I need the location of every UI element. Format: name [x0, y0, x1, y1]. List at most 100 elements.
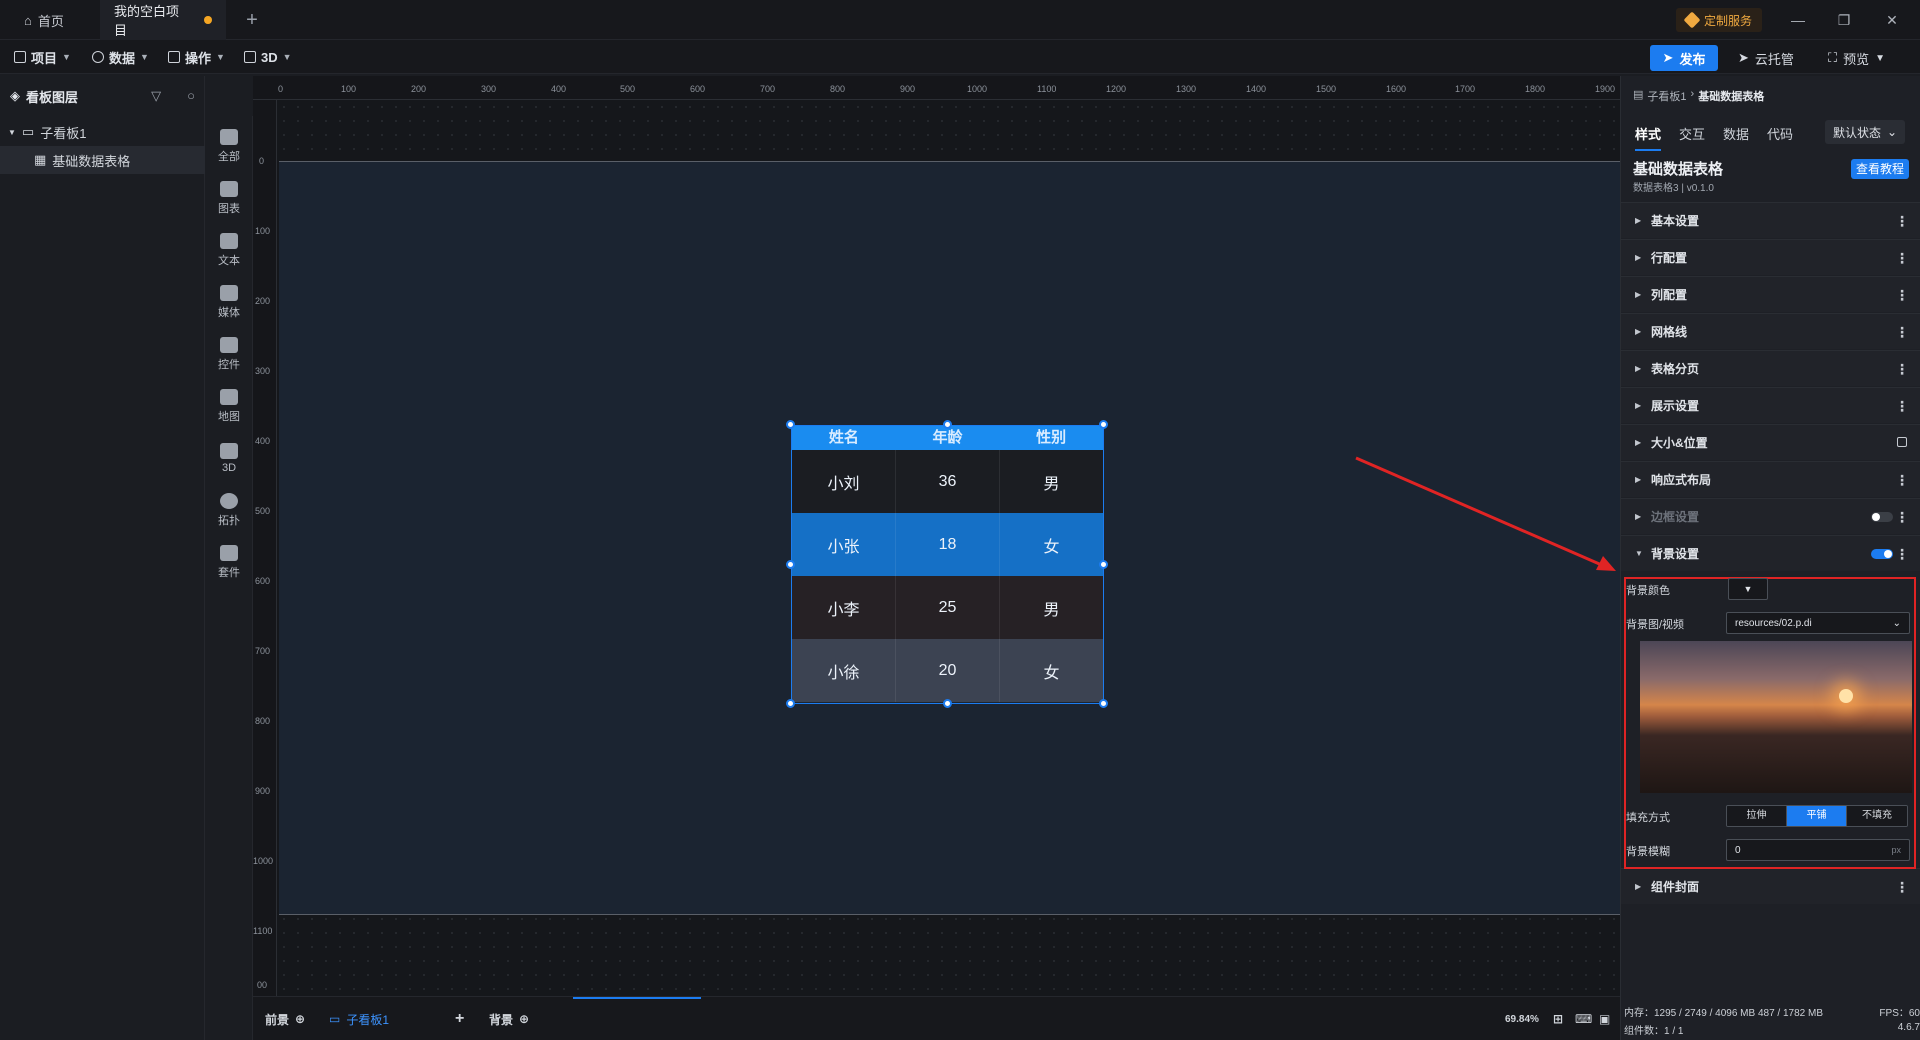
fill-none-option[interactable]: 不填充 — [1847, 806, 1907, 826]
close-button[interactable]: ✕ — [1880, 8, 1904, 32]
custom-service-button[interactable]: 定制服务 — [1676, 8, 1763, 32]
ruler-tick-label: 300 — [481, 84, 497, 94]
more-icon[interactable]: ⋮ — [1895, 879, 1909, 896]
dock-control[interactable]: 控件 — [205, 330, 253, 378]
data-table-widget[interactable]: 姓名 年龄 性别 小刘 36 男 小张 18 女 小李 25 男 小徐 20 女 — [791, 425, 1104, 704]
dock-3d[interactable]: 3D — [205, 434, 253, 482]
keyboard-icon[interactable]: ⌨ — [1575, 1009, 1592, 1029]
section-pagination[interactable]: ▶ 表格分页 ⋮ — [1621, 350, 1920, 386]
more-icon[interactable]: ⋮ — [1895, 287, 1909, 304]
dock-map[interactable]: 地图 — [205, 382, 253, 430]
state-select[interactable]: 默认状态 ⌄ — [1825, 120, 1905, 144]
section-responsive[interactable]: ▶ 响应式布局 ⋮ — [1621, 461, 1920, 497]
section-basic[interactable]: ▶ 基本设置 ⋮ — [1621, 202, 1920, 238]
resize-handle[interactable] — [786, 420, 795, 429]
unsaved-dot-icon — [204, 16, 212, 24]
restore-button[interactable]: ❐ — [1832, 8, 1856, 32]
background-toggle[interactable] — [1871, 549, 1893, 559]
dock-text[interactable]: 文本 — [205, 226, 253, 274]
tree-item-board[interactable]: ▼ ▭ 子看板1 — [0, 118, 205, 146]
tab-project[interactable]: 我的空白项目 — [100, 0, 226, 40]
table-cell: 小刘 — [792, 450, 896, 513]
tutorial-button[interactable]: 查看教程 — [1851, 159, 1909, 179]
resize-handle[interactable] — [1099, 560, 1108, 569]
terminal-icon[interactable]: ▣ — [1599, 1009, 1610, 1029]
database-icon — [92, 51, 104, 63]
section-cover[interactable]: ▶ 组件封面 ⋮ — [1621, 868, 1920, 904]
tree-item-table[interactable]: ▦ 基础数据表格 — [0, 146, 205, 174]
resize-handle[interactable] — [1099, 699, 1108, 708]
tab-board[interactable]: ▭ 子看板1 — [329, 1009, 389, 1029]
menu-operate[interactable]: 操作 ▼ — [168, 46, 225, 68]
ruler-tick-label: 00 — [257, 980, 268, 990]
table-cell: 小徐 — [792, 639, 896, 702]
more-icon[interactable]: ⋮ — [1895, 472, 1909, 489]
preview-button[interactable]: ⛶ 预览 ▼ — [1828, 45, 1885, 71]
menu-data[interactable]: 数据 ▼ — [92, 46, 149, 68]
table-cell: 小张 — [792, 513, 896, 576]
add-circle-icon[interactable]: ⊕ — [519, 1012, 529, 1026]
tab-data[interactable]: 数据 — [1723, 124, 1749, 151]
menu-project[interactable]: 项目 ▼ — [14, 46, 71, 68]
ruler-tick-label: 900 — [255, 786, 271, 796]
menu-3d[interactable]: 3D ▼ — [244, 46, 292, 68]
add-circle-icon[interactable]: ⊕ — [295, 1012, 305, 1026]
resize-handle[interactable] — [786, 560, 795, 569]
more-icon[interactable]: ⋮ — [1895, 398, 1909, 415]
tab-interaction[interactable]: 交互 — [1679, 124, 1705, 151]
section-row[interactable]: ▶ 行配置 ⋮ — [1621, 239, 1920, 275]
more-icon[interactable]: ⋮ — [1895, 213, 1909, 230]
tab-background[interactable]: 背景 ⊕ — [489, 1009, 529, 1029]
publish-button[interactable]: ➤ 发布 — [1650, 45, 1718, 71]
resize-handle[interactable] — [1099, 420, 1108, 429]
tab-foreground[interactable]: 前景 ⊕ — [265, 1009, 305, 1029]
fill-stretch-option[interactable]: 拉伸 — [1727, 806, 1787, 826]
more-icon[interactable]: ⋮ — [1895, 324, 1909, 341]
cloud-host-button[interactable]: ➤ 云托管 — [1738, 45, 1794, 71]
tab-home[interactable]: ⌂ 首页 — [10, 0, 110, 40]
section-border[interactable]: ▶ 边框设置 ⋮ — [1621, 498, 1920, 534]
resize-handle[interactable] — [943, 420, 952, 429]
dock-topology[interactable]: 拓扑 — [205, 486, 253, 534]
section-display[interactable]: ▶ 展示设置 ⋮ — [1621, 387, 1920, 423]
bg-media-select[interactable]: resources/02.p.di ⌄ — [1726, 612, 1910, 634]
filter-icon[interactable]: ▽ — [151, 88, 161, 104]
section-size-position[interactable]: ▶ 大小&位置 — [1621, 424, 1920, 460]
section-column[interactable]: ▶ 列配置 ⋮ — [1621, 276, 1920, 312]
tab-code[interactable]: 代码 — [1767, 124, 1793, 151]
add-tab-button[interactable]: + — [240, 8, 264, 32]
breadcrumb-parent[interactable]: 子看板1 — [1647, 88, 1686, 104]
ruler-tick-label: 900 — [900, 84, 916, 94]
section-background[interactable]: ▼ 背景设置 ⋮ — [1621, 535, 1920, 571]
ruler-tick-label: 400 — [551, 84, 567, 94]
zoom-level[interactable]: 69.84% — [1505, 1009, 1539, 1029]
resize-handle[interactable] — [943, 699, 952, 708]
more-icon[interactable]: ⋮ — [1895, 546, 1909, 563]
fill-tile-option[interactable]: 平铺 — [1787, 806, 1847, 826]
more-icon[interactable]: ⋮ — [1895, 509, 1909, 526]
resize-handle[interactable] — [786, 699, 795, 708]
table-cell: 20 — [896, 639, 1000, 702]
tab-style[interactable]: 样式 — [1635, 124, 1662, 151]
section-gridline[interactable]: ▶ 网格线 ⋮ — [1621, 313, 1920, 349]
bg-color-picker[interactable]: ▼ — [1728, 578, 1768, 600]
fit-screen-icon[interactable]: ⊞ — [1553, 1009, 1563, 1029]
dock-media[interactable]: 媒体 — [205, 278, 253, 326]
minimize-button[interactable]: — — [1786, 8, 1810, 32]
add-board-button[interactable]: + — [455, 1009, 464, 1029]
control-icon — [220, 336, 238, 353]
ruler-tick-label: 600 — [690, 84, 706, 94]
dock-all[interactable]: 全部 — [205, 122, 253, 170]
more-icon[interactable]: ⋮ — [1895, 361, 1909, 378]
section-label: 组件封面 — [1651, 880, 1700, 894]
search-icon[interactable]: ○ — [187, 88, 195, 104]
bg-blur-input[interactable]: 0 px — [1726, 839, 1910, 861]
dock-chart[interactable]: 图表 — [205, 174, 253, 222]
table-icon: ▦ — [34, 152, 47, 167]
more-icon[interactable]: ⋮ — [1895, 250, 1909, 267]
table-header-cell: 年龄 — [932, 429, 963, 446]
lock-icon[interactable] — [1897, 437, 1907, 447]
dock-suite[interactable]: 套件 — [205, 538, 253, 586]
border-toggle[interactable] — [1871, 512, 1893, 522]
chevron-right-icon: › — [1690, 88, 1695, 100]
